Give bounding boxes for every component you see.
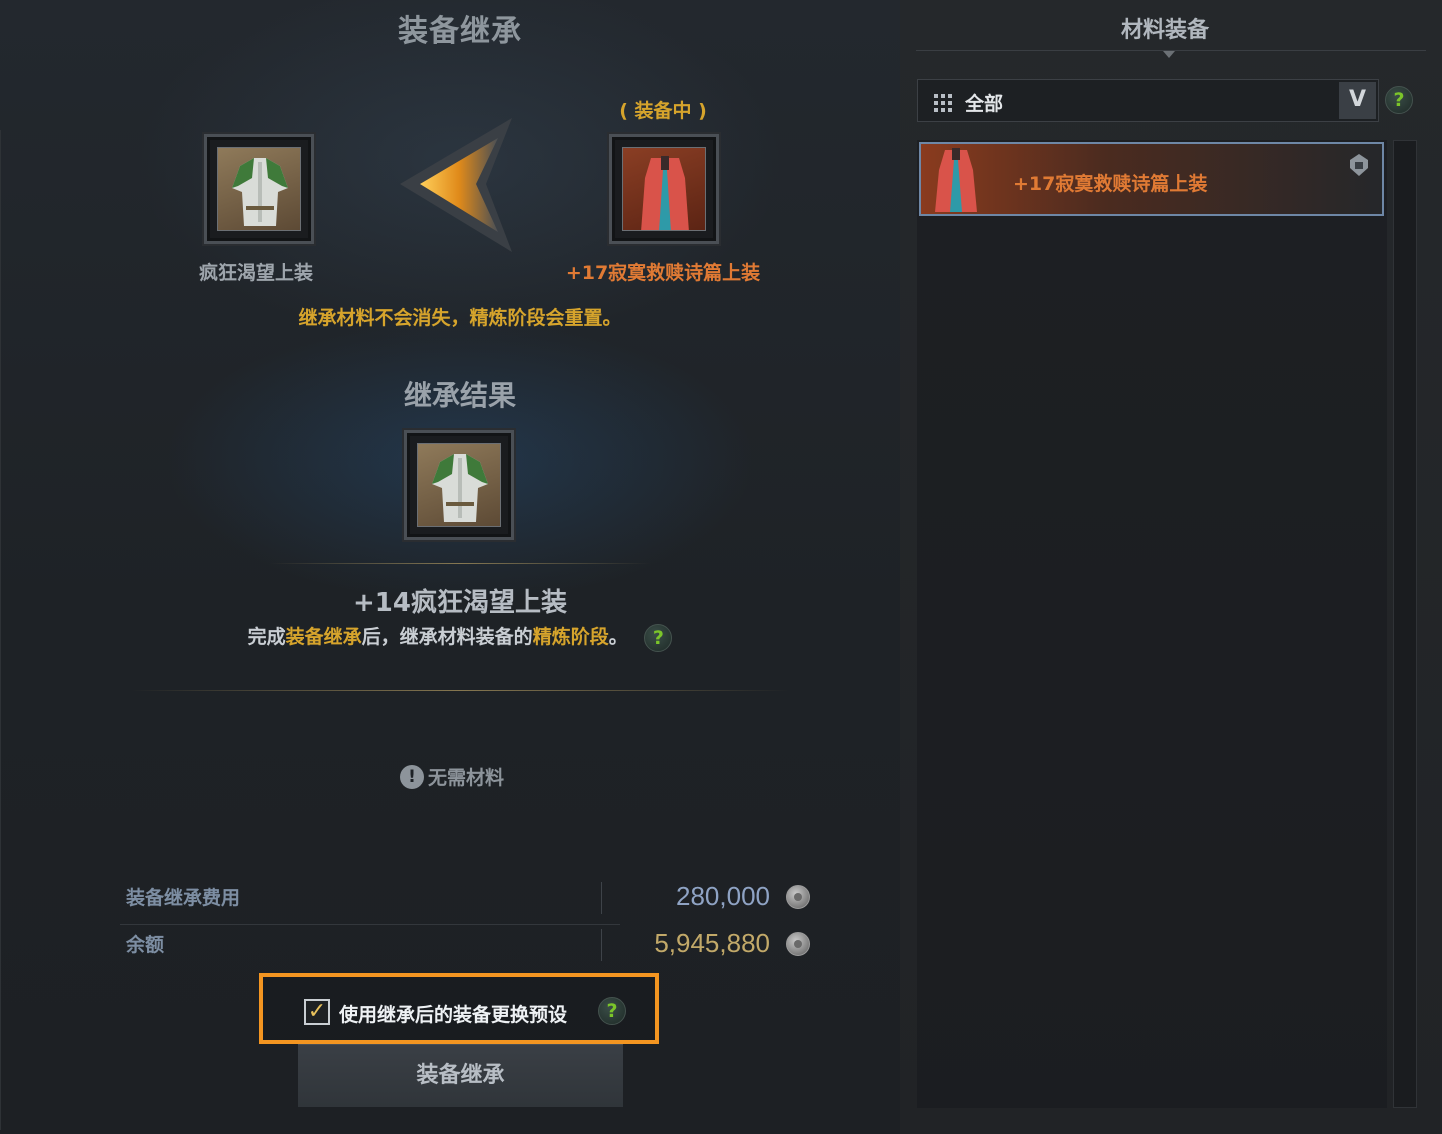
result-item-name: +14疯狂渴望上装 (353, 588, 567, 618)
target-item-name: +17寂寞救赎诗篇上装 (565, 262, 761, 284)
inherit-button[interactable]: 装备继承 (298, 1044, 623, 1107)
result-desc-text-3: 。 (608, 626, 628, 648)
silver-coin-icon (786, 932, 810, 956)
result-desc-text-1: 完成 (247, 626, 286, 648)
target-item-slot[interactable] (609, 134, 719, 244)
result-item-icon (417, 443, 501, 527)
filter-help-icon[interactable]: ? (1385, 86, 1413, 114)
equipped-tag: ( 装备中 ) (619, 100, 707, 122)
material-filter-dropdown[interactable]: 全部 V (917, 79, 1379, 122)
panel-divider (0, 130, 1, 1130)
cost-separator (601, 882, 602, 914)
preset-option-highlight: ✓ 使用继承后的装备更换预设 ? (259, 973, 659, 1044)
no-material-notice: ! 无需材料 (400, 763, 540, 790)
inheritance-notice: 继承材料不会消失，精炼阶段会重置。 (298, 307, 622, 329)
balance-value: 5,945,880 (654, 928, 770, 958)
result-description: 完成装备继承后，继承材料装备的精炼阶段。 ? (200, 622, 720, 652)
material-item-icon (923, 146, 989, 212)
caret-down-icon (1163, 51, 1175, 58)
result-desc-text-2: 后，继承材料装备的 (361, 626, 533, 648)
locked-helmet-icon (1346, 152, 1372, 178)
grid-icon (934, 94, 952, 112)
inherit-cost-label: 装备继承费用 (126, 887, 241, 909)
material-list-item[interactable]: +17寂寞救赎诗篇上装 (919, 142, 1384, 216)
result-divider (270, 563, 650, 564)
result-help-icon[interactable]: ? (644, 623, 673, 652)
source-item-name: 疯狂渴望上装 (198, 262, 313, 284)
chevron-down-icon[interactable]: V (1339, 82, 1376, 119)
preset-checkbox[interactable]: ✓ (304, 999, 330, 1025)
section-divider (130, 690, 790, 691)
source-item-slot[interactable] (204, 134, 314, 244)
balance-separator (601, 929, 602, 961)
material-list (917, 140, 1387, 1108)
result-desc-highlight-1: 装备继承 (285, 626, 362, 648)
filter-selected-label: 全部 (965, 93, 1004, 115)
material-list-scrollbar[interactable] (1393, 140, 1417, 1108)
balance-label: 余额 (126, 934, 165, 956)
target-item-icon (622, 147, 706, 231)
result-item-slot[interactable] (404, 430, 514, 540)
inherit-cost-value: 280,000 (676, 881, 770, 911)
warning-icon: ! (400, 764, 424, 789)
result-title: 继承结果 (403, 379, 516, 412)
material-panel-title: 材料装备 (1120, 18, 1209, 43)
material-item-name: +17寂寞救赎诗篇上装 (1013, 173, 1208, 195)
cost-row-line (120, 924, 620, 925)
no-material-label: 无需材料 (428, 767, 505, 789)
preset-checkbox-label[interactable]: 使用继承后的装备更换预设 (339, 1000, 567, 1027)
page-title: 装备继承 (398, 14, 522, 49)
preset-help-icon[interactable]: ? (598, 997, 626, 1025)
result-desc-highlight-2: 精炼阶段 (532, 626, 609, 648)
inherit-direction-arrow-icon (390, 110, 520, 260)
silver-coin-icon (786, 885, 810, 909)
source-item-icon (217, 147, 301, 231)
